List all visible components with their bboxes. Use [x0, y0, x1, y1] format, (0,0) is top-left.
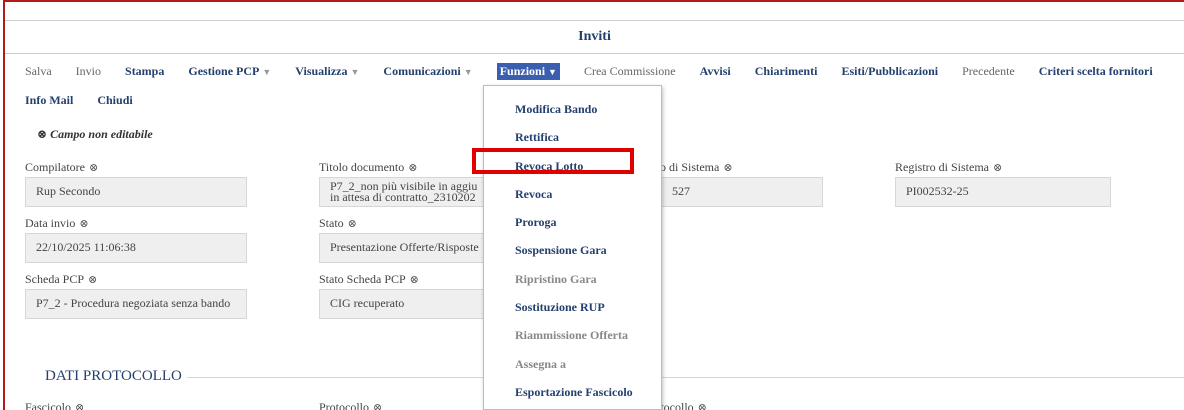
menu-item-sostituzione-rup[interactable]: Sostituzione RUP	[484, 296, 661, 324]
toolbar-row-1: Salva Invio Stampa Gestione PCP ▼ Visualizza ▼…	[25, 62, 1177, 80]
section-divider	[187, 377, 1184, 378]
chevron-down-icon: ▼	[262, 66, 272, 77]
toolbar-info-mail-button[interactable]: Info Mail	[25, 93, 73, 108]
menu-item-revoca[interactable]: Revoca	[484, 183, 661, 211]
menu-item-proroga[interactable]: Proroga	[484, 211, 661, 239]
non-editable-text: Campo non editabile	[50, 127, 153, 141]
scheda-pcp-field: P7_2 - Procedura negoziata senza bando	[25, 289, 247, 319]
lock-icon: ⊗	[79, 218, 89, 230]
toolbar-item-label: Comunicazioni	[383, 63, 461, 78]
toolbar-item-label: Salva	[25, 63, 52, 78]
toolbar-crea-commissione-button[interactable]: Crea Commissione	[584, 64, 676, 79]
compilatore-label: Compilatore ⊗	[25, 160, 99, 174]
highlight-revoca-lotto	[472, 148, 634, 174]
toolbar-chiarimenti-button[interactable]: Chiarimenti	[755, 64, 818, 79]
titolo-documento-label: Titolo documento ⊗	[319, 160, 418, 174]
toolbar-item-label: Crea Commissione	[583, 63, 676, 78]
lock-icon: ⊗	[37, 127, 48, 141]
titolo-documento-field: P7_2_non più visibile in aggiu in attesa…	[319, 177, 484, 207]
section-title-dati-protocollo: DATI PROTOCOLLO	[45, 368, 182, 384]
funzioni-dropdown-menu: Modifica Bando Rettifica Revoca Lotto Revoc…	[483, 85, 662, 410]
lock-icon: ⊗	[347, 218, 357, 230]
toolbar-item-label: Avvisi	[699, 63, 731, 78]
chevron-down-icon: ▼	[463, 66, 473, 77]
toolbar-item-label: Gestione PCP	[188, 63, 260, 78]
chevron-down-icon: ▼	[548, 66, 557, 77]
toolbar-item-label: Info Mail	[25, 92, 74, 107]
menu-item-ripristino-gara[interactable]: Ripristino Gara	[484, 268, 661, 296]
lock-icon: ⊗	[89, 162, 99, 174]
toolbar-item-label: Invio	[75, 63, 102, 78]
toolbar-gestione-pcp-button[interactable]: Gestione PCP ▼	[188, 64, 271, 79]
registro-sistema-field: PI002532-25	[895, 177, 1111, 207]
toolbar-visualizza-button[interactable]: Visualizza ▼	[295, 64, 359, 79]
fascicolo-label: Fascicolo ⊗	[25, 400, 84, 410]
toolbar-funzioni-button[interactable]: Funzioni ▼	[496, 62, 560, 80]
lock-icon: ⊗	[993, 162, 1003, 174]
toolbar-item-label: Criteri scelta fornitori	[1038, 63, 1153, 78]
lock-icon: ⊗	[75, 402, 85, 410]
lock-icon: ⊗	[88, 274, 98, 286]
lock-icon: ⊗	[408, 162, 418, 174]
toolbar-item-label: Visualizza	[295, 63, 348, 78]
lock-icon: ⊗	[409, 274, 419, 286]
chevron-down-icon: ▼	[350, 66, 360, 77]
lock-icon: ⊗	[373, 402, 383, 410]
compilatore-field: Rup Secondo	[25, 177, 247, 207]
toolbar-item-label: Precedente	[962, 63, 1015, 78]
toolbar-avvisi-button[interactable]: Avvisi	[700, 64, 731, 79]
toolbar-esiti-pubblicazioni-button[interactable]: Esiti/Pubblicazioni	[841, 64, 938, 79]
stato-scheda-pcp-field: CIG recuperato	[319, 289, 484, 319]
toolbar-item-label: Stampa	[125, 63, 165, 78]
menu-item-assegna-a[interactable]: Assegna a	[484, 353, 661, 381]
stato-field: Presentazione Offerte/Risposte	[319, 233, 484, 263]
menu-item-modifica-bando[interactable]: Modifica Bando	[484, 98, 661, 126]
registro-sistema-label: Registro di Sistema ⊗	[895, 160, 1003, 174]
toolbar-precedente-button[interactable]: Precedente	[962, 64, 1015, 79]
menu-item-riammissione-offerta[interactable]: Riammissione Offerta	[484, 324, 661, 352]
toolbar-criteri-scelta-fornitori-button[interactable]: Criteri scelta fornitori	[1039, 64, 1153, 79]
window-frame: Inviti Salva Invio Stampa Gestione PCP ▼ Visu…	[3, 0, 1184, 410]
scheda-pcp-label: Scheda PCP ⊗	[25, 272, 98, 286]
toolbar-comunicazioni-button[interactable]: Comunicazioni ▼	[383, 64, 472, 79]
lock-icon: ⊗	[697, 402, 707, 410]
toolbar-item-label: Chiudi	[97, 92, 133, 107]
menu-item-sospensione-gara[interactable]: Sospensione Gara	[484, 239, 661, 267]
toolbar-item-label: Esiti/Pubblicazioni	[841, 63, 939, 78]
toolbar-invio-button[interactable]: Invio	[76, 64, 101, 79]
protocollo-label: Protocollo ⊗	[319, 400, 382, 410]
toolbar-stampa-button[interactable]: Stampa	[125, 64, 164, 79]
toolbar-item-label: Funzioni	[499, 63, 546, 78]
non-editable-note: ⊗ Campo non editabile	[37, 127, 153, 142]
registro-partial-label: o di Sistema ⊗	[660, 160, 733, 174]
data-invio-field: 22/10/2025 11:06:38	[25, 233, 247, 263]
toolbar-salva-button[interactable]: Salva	[25, 64, 52, 79]
toolbar-chiudi-button[interactable]: Chiudi	[97, 93, 132, 108]
window-title: Inviti	[5, 20, 1184, 54]
stato-scheda-pcp-label: Stato Scheda PCP ⊗	[319, 272, 419, 286]
stato-label: Stato ⊗	[319, 216, 357, 230]
registro-partial-field: 527	[645, 177, 823, 207]
menu-item-esportazione-fascicolo[interactable]: Esportazione Fascicolo	[484, 381, 661, 409]
lock-icon: ⊗	[723, 162, 733, 174]
toolbar-item-label: Chiarimenti	[754, 63, 818, 78]
data-invio-label: Data invio ⊗	[25, 216, 89, 230]
